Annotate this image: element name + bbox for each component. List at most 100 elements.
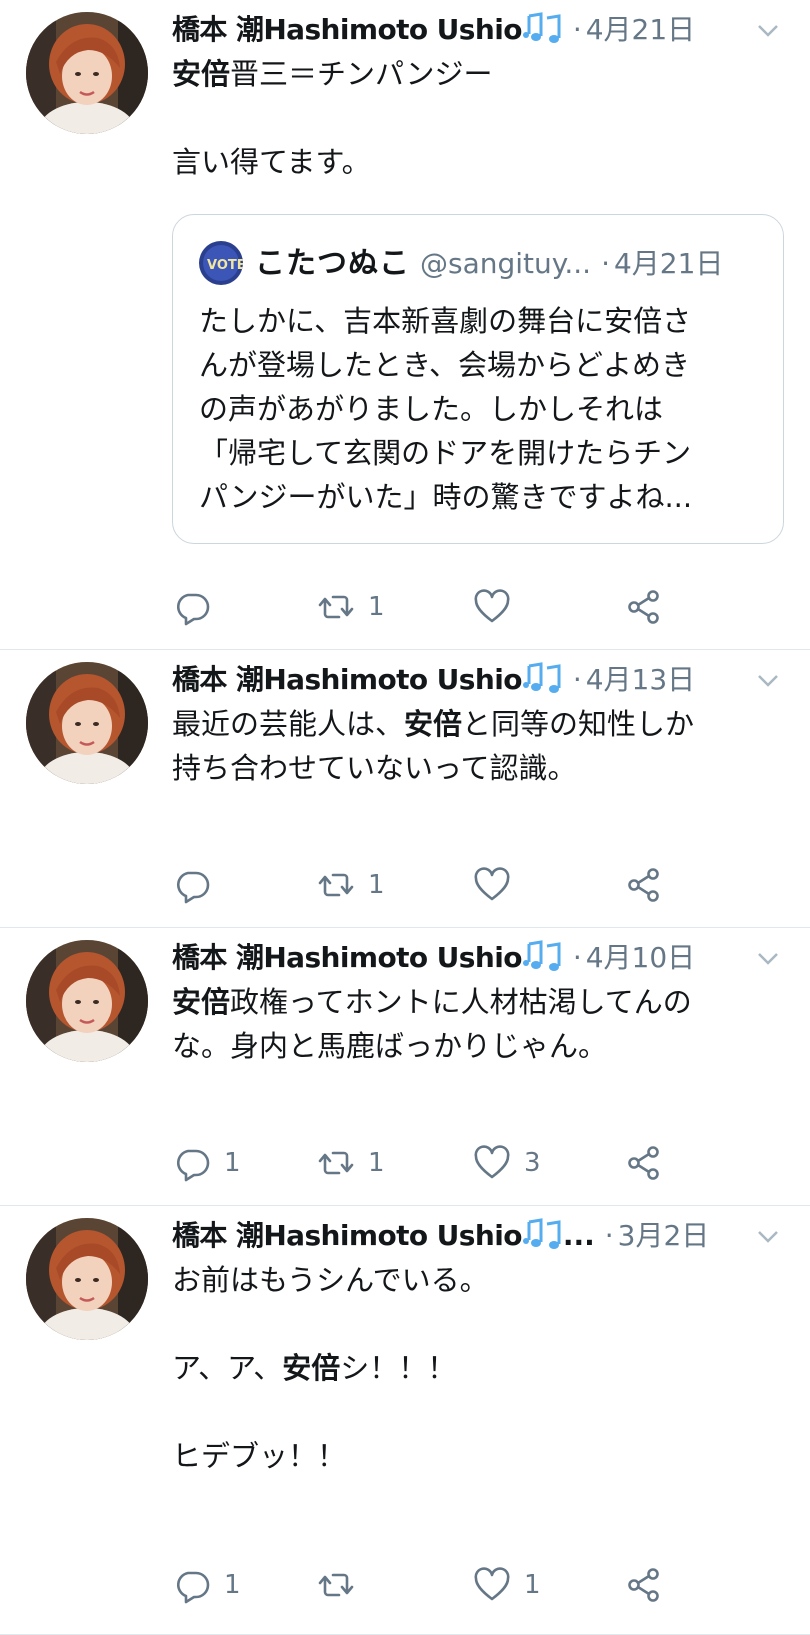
separator-dot: ·: [604, 1219, 614, 1252]
tweet[interactable]: 橋本 潮Hashimoto Ushio · 4月21日 安倍晋三＝チンパンジー 言い得…: [0, 0, 810, 650]
like-count: 1: [524, 1569, 541, 1600]
text-segment: 持ち合わせていないって認識。: [172, 751, 577, 785]
quoted-tweet-text: たしかに、吉本新喜劇の舞台に安倍さ んが登場したとき、会場からどよめき の声があ…: [199, 299, 769, 519]
quoted-text-line: んが登場したとき、会場からどよめき: [199, 348, 690, 382]
like-button[interactable]: 3: [472, 1140, 541, 1184]
separator-dot: ·: [572, 13, 582, 46]
tweet-text-line: [172, 1302, 792, 1346]
quoted-tweet-header: VOTE こたつぬこ @sangituy... · 4月21日: [199, 241, 723, 285]
reply-icon: [172, 863, 212, 907]
like-count: 3: [524, 1147, 541, 1178]
text-segment: な。身内と馬鹿ばっかりじゃん。: [172, 1029, 608, 1063]
tweet-text: 安倍政権ってホントに人材枯渇してんのな。身内と馬鹿ばっかりじゃん。: [172, 980, 792, 1068]
quoted-text-line: たしかに、吉本新喜劇の舞台に安倍さ: [199, 304, 692, 338]
like-button[interactable]: [472, 862, 524, 906]
tweet-text: お前はもうシんでいる。 ア、ア、安倍シ！！！ ヒデブッ！！: [172, 1258, 792, 1478]
tweet-content: 橋本 潮Hashimoto Ushio · 4月10日 安倍政権ってホントに人材枯渇…: [172, 938, 792, 1068]
author-name-ellipsis: ...: [562, 1219, 595, 1252]
text-segment: ア、ア、: [172, 1351, 283, 1385]
author-avatar[interactable]: [26, 940, 148, 1062]
share-button[interactable]: [624, 1562, 664, 1606]
tweet-text: 最近の芸能人は、安倍と同等の知性しか 持ち合わせていないって認識。: [172, 702, 792, 790]
reply-button[interactable]: [172, 584, 224, 628]
tweet[interactable]: 橋本 潮Hashimoto Ushio · 4月10日 安倍政権ってホントに人材枯渇…: [0, 928, 810, 1206]
tweet-text-line: [172, 1390, 792, 1434]
quoted-text-line: 「帰宅して玄関のドアを開けたらチン: [199, 436, 692, 470]
musical-notes-emoji-icon: [522, 12, 563, 44]
author-avatar[interactable]: [26, 1218, 148, 1340]
share-icon: [624, 585, 664, 629]
tweet-feed: 橋本 潮Hashimoto Ushio · 4月21日 安倍晋三＝チンパンジー 言い得…: [0, 0, 810, 1635]
quoted-author-avatar[interactable]: VOTE: [199, 241, 243, 285]
tweet[interactable]: 橋本 潮Hashimoto Ushio · 4月13日 最近の芸能人は、安倍と同等の…: [0, 650, 810, 928]
text-segment: 晋三＝チンパンジー: [230, 57, 493, 91]
share-icon: [624, 1141, 664, 1185]
tweet-date[interactable]: 4月13日: [586, 663, 695, 696]
tweet-text: 安倍晋三＝チンパンジー言い得てます。: [172, 52, 792, 184]
reply-button[interactable]: [172, 862, 224, 906]
tweet[interactable]: 橋本 潮Hashimoto Ushio... · 3月2日 お前はもうシんでいる。ア…: [0, 1206, 810, 1635]
retweet-icon: [316, 585, 356, 629]
author-name[interactable]: 橋本 潮Hashimoto Ushio: [172, 941, 522, 974]
retweet-count: 1: [368, 1147, 385, 1178]
reply-button[interactable]: 1: [172, 1140, 241, 1184]
tweet-text-line: お前はもうシんでいる。: [172, 1258, 792, 1302]
heart-icon: [472, 863, 512, 907]
retweet-icon: [316, 1563, 356, 1607]
share-button[interactable]: [624, 584, 664, 628]
author-avatar[interactable]: [26, 12, 148, 134]
musical-notes-emoji-icon: [522, 662, 563, 694]
chevron-down-icon[interactable]: [754, 944, 782, 972]
separator-dot: ·: [601, 247, 610, 280]
retweet-button[interactable]: 1: [316, 862, 385, 906]
tweet-text-line: [172, 96, 792, 140]
author-name[interactable]: 橋本 潮Hashimoto Ushio: [172, 663, 522, 696]
tweet-text-line: 安倍晋三＝チンパンジー: [172, 52, 792, 96]
heart-icon: [472, 1563, 512, 1607]
retweet-button[interactable]: 1: [316, 1140, 385, 1184]
retweet-button[interactable]: 1: [316, 584, 385, 628]
share-icon: [624, 1563, 664, 1607]
author-avatar[interactable]: [26, 662, 148, 784]
author-name[interactable]: 橋本 潮Hashimoto Ushio: [172, 1219, 522, 1252]
tweet-text-line: な。身内と馬鹿ばっかりじゃん。: [172, 1024, 792, 1068]
retweet-count: 1: [368, 869, 385, 900]
text-segment: 政権ってホントに人材枯渇してんの: [230, 985, 692, 1019]
tweet-date[interactable]: 4月10日: [586, 941, 695, 974]
author-name[interactable]: 橋本 潮Hashimoto Ushio: [172, 13, 522, 46]
heart-icon: [472, 585, 512, 629]
chevron-down-icon[interactable]: [754, 16, 782, 44]
tweet-date[interactable]: 3月2日: [618, 1219, 710, 1252]
quoted-author-handle[interactable]: @sangituy...: [420, 247, 591, 280]
share-button[interactable]: [624, 862, 664, 906]
retweet-button[interactable]: [316, 1562, 368, 1606]
chevron-down-icon[interactable]: [754, 1222, 782, 1250]
tweet-content: 橋本 潮Hashimoto Ushio · 4月13日 最近の芸能人は、安倍と同等の…: [172, 660, 792, 790]
reply-button[interactable]: 1: [172, 1562, 241, 1606]
tweet-date[interactable]: 4月21日: [586, 13, 695, 46]
quoted-tweet-date[interactable]: 4月21日: [614, 247, 723, 280]
chevron-down-icon[interactable]: [754, 666, 782, 694]
text-segment: お前はもうシんでいる。: [172, 1263, 489, 1297]
musical-notes-emoji-icon: [522, 1218, 563, 1250]
tweet-actions: 11: [172, 1562, 792, 1606]
tweet-header: 橋本 潮Hashimoto Ushio · 4月10日: [172, 938, 792, 978]
text-segment: 言い得てます。: [172, 145, 371, 179]
retweet-icon: [316, 863, 356, 907]
tweet-header: 橋本 潮Hashimoto Ushio · 4月13日: [172, 660, 792, 700]
highlighted-keyword: 安倍: [172, 985, 231, 1019]
tweet-content: 橋本 潮Hashimoto Ushio · 4月21日 安倍晋三＝チンパンジー言い得…: [172, 10, 792, 184]
quoted-author-name[interactable]: こたつぬこ: [255, 246, 410, 281]
share-button[interactable]: [624, 1140, 664, 1184]
retweet-icon: [316, 1141, 356, 1185]
quoted-tweet[interactable]: VOTE こたつぬこ @sangituy... · 4月21日 たしかに、吉本新喜劇の…: [172, 214, 784, 544]
tweet-actions: 1: [172, 584, 792, 628]
like-button[interactable]: 1: [472, 1562, 541, 1606]
text-segment: ヒデブッ！！: [172, 1439, 347, 1473]
reply-icon: [172, 1563, 212, 1607]
retweet-count: 1: [368, 591, 385, 622]
tweet-text-line: 持ち合わせていないって認識。: [172, 746, 792, 790]
tweet-content: 橋本 潮Hashimoto Ushio... · 3月2日 お前はもうシんでいる。ア…: [172, 1216, 792, 1478]
text-segment: 最近の芸能人は、: [172, 707, 405, 741]
like-button[interactable]: [472, 584, 524, 628]
